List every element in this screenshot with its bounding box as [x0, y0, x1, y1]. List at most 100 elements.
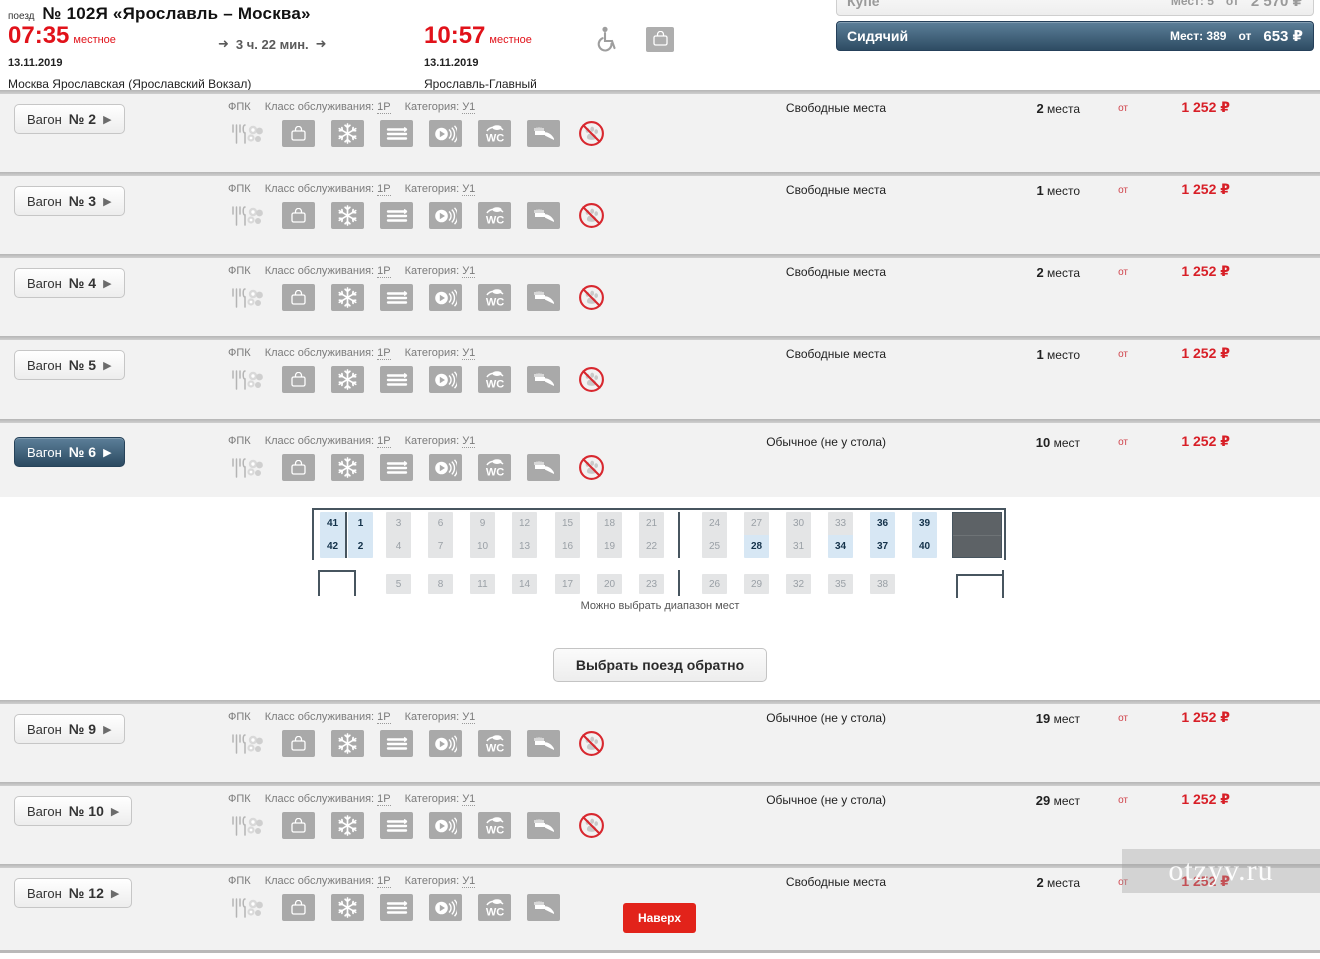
- seat-type: Свободные места: [786, 875, 886, 889]
- seat-7[interactable]: 7: [438, 542, 444, 552]
- wagon-row[interactable]: Вагон № 5 ▶ ФПК Класс обслуживания: 1Р К…: [0, 336, 1320, 419]
- seat-pair-3-4[interactable]: 3 4: [386, 512, 411, 558]
- wagon-button-2[interactable]: Вагон № 2 ▶: [14, 104, 125, 134]
- seat-pair-9-10[interactable]: 9 10: [470, 512, 495, 558]
- wagon-row[interactable]: Вагон № 9 ▶ ФПК Класс обслуживания: 1Р К…: [0, 700, 1320, 782]
- bedding-icon: [380, 202, 413, 229]
- seat-20[interactable]: 20: [597, 574, 622, 594]
- seat-15[interactable]: 15: [562, 519, 573, 529]
- seat-5[interactable]: 5: [386, 574, 411, 594]
- seat-30[interactable]: 30: [793, 519, 804, 529]
- seat-32[interactable]: 32: [786, 574, 811, 594]
- seat-31[interactable]: 31: [793, 542, 804, 552]
- select-return-train-button[interactable]: Выбрать поезд обратно: [553, 648, 767, 682]
- seat-24[interactable]: 24: [709, 519, 720, 529]
- wagon-button-12[interactable]: Вагон № 12 ▶: [14, 878, 132, 908]
- seat-pair-6-7[interactable]: 6 7: [428, 512, 453, 558]
- seat-3[interactable]: 3: [396, 519, 402, 529]
- seat-12[interactable]: 12: [519, 519, 530, 529]
- seat-28[interactable]: 28: [751, 542, 762, 552]
- seat-13[interactable]: 13: [519, 542, 530, 552]
- seat-42[interactable]: 42: [327, 542, 338, 552]
- seat-23[interactable]: 23: [639, 574, 664, 594]
- seat-38[interactable]: 38: [870, 574, 895, 594]
- seat-2[interactable]: 2: [358, 542, 364, 552]
- wagon-row[interactable]: Вагон № 4 ▶ ФПК Класс обслуживания: 1Р К…: [0, 254, 1320, 336]
- seat-pair-39-40[interactable]: 39 40: [912, 512, 937, 558]
- category-label: Категория:: [405, 793, 459, 805]
- seat-34[interactable]: 34: [835, 542, 846, 552]
- luggage-icon: [646, 27, 674, 52]
- seat-pair-41-42[interactable]: 41 42: [320, 512, 345, 558]
- seat-8[interactable]: 8: [428, 574, 453, 594]
- service-compartment: [952, 512, 1002, 558]
- seat-16[interactable]: 16: [562, 542, 573, 552]
- seat-33[interactable]: 33: [835, 519, 846, 529]
- meal-service-icon: [228, 894, 266, 921]
- seat-36[interactable]: 36: [877, 519, 888, 529]
- row-divider: [0, 172, 1320, 176]
- seat-40[interactable]: 40: [919, 542, 930, 552]
- seat-11[interactable]: 11: [470, 574, 495, 594]
- wagon-button-9[interactable]: Вагон № 9 ▶: [14, 714, 125, 744]
- seat-26[interactable]: 26: [702, 574, 727, 594]
- chevron-right-icon: ▶: [111, 887, 119, 900]
- trip-duration: ➜ 3 ч. 22 мин. ➜: [218, 36, 327, 52]
- scroll-to-top-button[interactable]: Наверх: [623, 903, 696, 933]
- seat-map[interactable]: 41 42 1 2 3 4 5 6 7 8 9 10 11 12 13 14 1…: [312, 508, 1006, 598]
- seat-35[interactable]: 35: [828, 574, 853, 594]
- seat-25[interactable]: 25: [709, 542, 720, 552]
- seat-6[interactable]: 6: [438, 519, 444, 529]
- wagon-button-6[interactable]: Вагон № 6 ▶: [14, 437, 125, 467]
- seat-pair-33-34[interactable]: 33 34: [828, 512, 853, 558]
- air-conditioning-icon: [331, 202, 364, 229]
- seat-pair-24-25[interactable]: 24 25: [702, 512, 727, 558]
- wagon-row[interactable]: Вагон № 3 ▶ ФПК Класс обслуживания: 1Р К…: [0, 172, 1320, 254]
- luggage-icon: [282, 454, 315, 481]
- svg-text:WC: WC: [485, 133, 503, 145]
- tab-sidyachiy[interactable]: Сидячий Мест: 389 от 653 ₽: [836, 21, 1314, 51]
- luggage-icon: [282, 120, 315, 147]
- seat-10[interactable]: 10: [477, 542, 488, 552]
- seat-pair-27-28[interactable]: 27 28: [744, 512, 769, 558]
- seat-22[interactable]: 22: [646, 542, 657, 552]
- seat-pair-21-22[interactable]: 21 22: [639, 512, 664, 558]
- wagon-button-3[interactable]: Вагон № 3 ▶: [14, 186, 125, 216]
- tab-kupe[interactable]: Купе Мест: 5 от 2 570 ₽: [836, 0, 1314, 16]
- seat-4[interactable]: 4: [396, 542, 402, 552]
- seat-37[interactable]: 37: [877, 542, 888, 552]
- seat-18[interactable]: 18: [604, 519, 615, 529]
- seat-17[interactable]: 17: [555, 574, 580, 594]
- amenities-row: WC: [228, 894, 560, 921]
- seat-pair-12-13[interactable]: 12 13: [512, 512, 537, 558]
- wagon-button-5[interactable]: Вагон № 5 ▶: [14, 350, 125, 380]
- no-pets-icon: [576, 730, 606, 757]
- seat-21[interactable]: 21: [646, 519, 657, 529]
- hygiene-kit-icon: [527, 730, 560, 757]
- seat-pair-15-16[interactable]: 15 16: [555, 512, 580, 558]
- seat-pair-18-19[interactable]: 18 19: [597, 512, 622, 558]
- service-class-value: 1Р: [377, 711, 390, 724]
- wagon-row[interactable]: Вагон № 2 ▶ ФПК Класс обслуживания: 1Р К…: [0, 90, 1320, 172]
- wagon-button-4[interactable]: Вагон № 4 ▶: [14, 268, 125, 298]
- seat-14[interactable]: 14: [512, 574, 537, 594]
- seat-19[interactable]: 19: [604, 542, 615, 552]
- seat-41[interactable]: 41: [327, 519, 338, 529]
- seat-pair-36-37[interactable]: 36 37: [870, 512, 895, 558]
- hygiene-kit-icon: [527, 894, 560, 921]
- wagon-button-10[interactable]: Вагон № 10 ▶: [14, 796, 132, 826]
- wc-icon: WC: [478, 202, 511, 229]
- seat-pair-1-2[interactable]: 1 2: [348, 512, 373, 558]
- seat-29[interactable]: 29: [744, 574, 769, 594]
- seat-9[interactable]: 9: [480, 519, 486, 529]
- wagon-meta: ФПК Класс обслуживания: 1Р Категория: У1: [228, 101, 475, 113]
- seat-27[interactable]: 27: [751, 519, 762, 529]
- svg-text:WC: WC: [485, 215, 503, 227]
- luggage-icon: [282, 202, 315, 229]
- wagon-price: 1 252 ₽: [1181, 709, 1230, 726]
- seat-39[interactable]: 39: [919, 519, 930, 529]
- row-divider: [0, 782, 1320, 786]
- seat-1[interactable]: 1: [358, 519, 364, 529]
- arrival-block: 10:57местное 13.11.2019 Ярославль-Главны…: [424, 24, 537, 91]
- seat-pair-30-31[interactable]: 30 31: [786, 512, 811, 558]
